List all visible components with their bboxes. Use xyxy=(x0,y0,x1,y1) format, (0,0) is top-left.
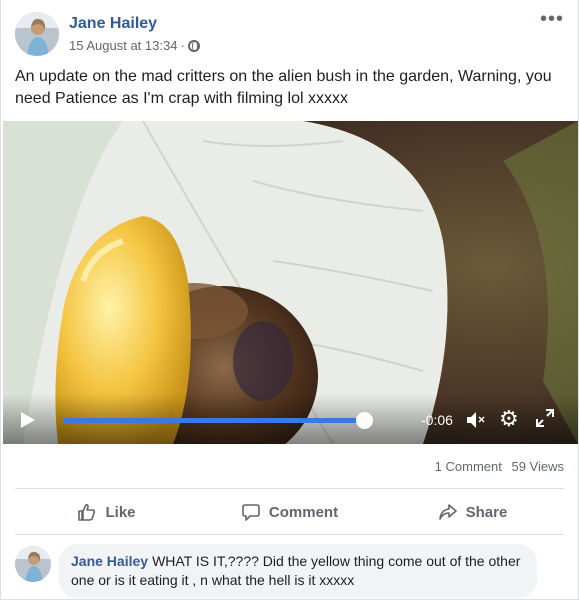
comment-button[interactable]: Comment xyxy=(198,494,381,530)
action-bar: Like Comment Share xyxy=(15,494,564,530)
comment-label: Comment xyxy=(268,503,339,521)
fullscreen-icon[interactable] xyxy=(535,408,555,433)
meta-separator: · xyxy=(180,38,185,53)
thumbs-up-icon xyxy=(78,503,96,521)
more-options-icon[interactable]: ••• xyxy=(540,9,564,29)
author-avatar[interactable] xyxy=(15,12,59,56)
post-meta: 15 August at 13:34 · xyxy=(69,38,200,53)
comment-count[interactable]: 1 Comment xyxy=(435,459,502,474)
post-text: An update on the mad critters on the ali… xyxy=(15,68,552,107)
share-button[interactable]: Share xyxy=(381,494,564,530)
divider xyxy=(15,534,564,535)
post-header: Jane Hailey 15 August at 13:34 · ••• xyxy=(15,9,564,58)
gear-icon[interactable]: ⚙ xyxy=(499,408,519,430)
view-count[interactable]: 59 Views xyxy=(511,459,564,474)
avatar-photo xyxy=(15,546,51,582)
play-icon[interactable] xyxy=(21,412,35,428)
volume-muted-icon[interactable] xyxy=(465,410,487,435)
commenter-avatar[interactable] xyxy=(15,546,51,582)
post-stats: 1 Comment 59 Views xyxy=(435,459,564,474)
progress-bar[interactable] xyxy=(63,412,373,429)
like-label: Like xyxy=(105,503,136,521)
comment-bubble-icon xyxy=(242,504,260,521)
share-arrow-icon xyxy=(438,504,457,520)
globe-icon[interactable] xyxy=(187,40,200,52)
share-label: Share xyxy=(465,503,508,521)
progress-fill xyxy=(63,418,364,423)
post-timestamp[interactable]: 15 August at 13:34 xyxy=(69,38,177,53)
post-card: Jane Hailey 15 August at 13:34 · ••• An u… xyxy=(0,0,579,600)
comment-bubble: Jane Hailey WHAT IS IT,???? Did the yello… xyxy=(59,544,537,598)
like-button[interactable]: Like xyxy=(15,494,198,530)
divider xyxy=(15,488,564,489)
comment-author-name[interactable]: Jane Hailey xyxy=(71,553,148,569)
progress-scrubber[interactable] xyxy=(355,412,373,429)
post-author-name[interactable]: Jane Hailey xyxy=(69,15,157,33)
avatar-photo xyxy=(15,12,59,56)
time-remaining: -0:06 xyxy=(421,412,453,428)
video-controls: -0:06 ⚙ xyxy=(3,394,578,444)
video-player[interactable]: -0:06 ⚙ xyxy=(3,121,578,444)
